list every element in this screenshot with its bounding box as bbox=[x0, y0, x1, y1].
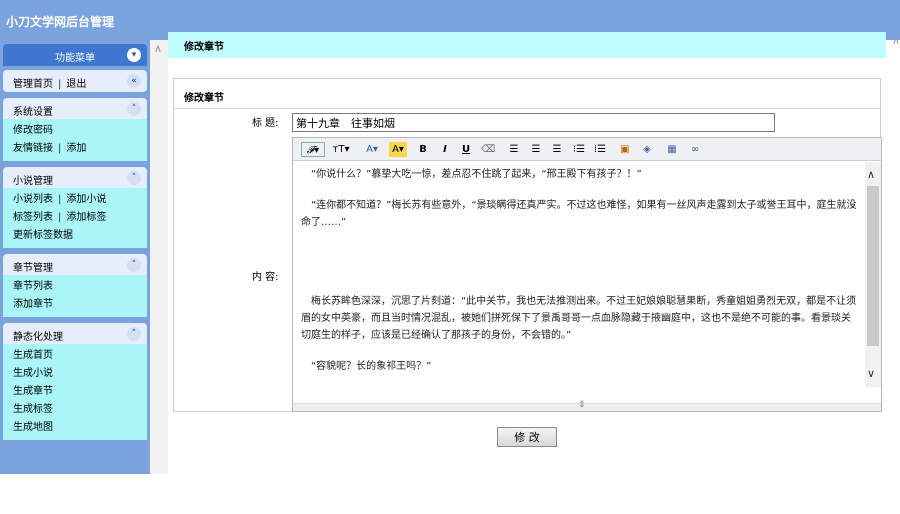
sidebar-item-add-chapter[interactable]: 添加章节 bbox=[13, 299, 53, 310]
editor-scrollbar[interactable]: ∧ ∨ bbox=[865, 162, 881, 387]
font-size-icon[interactable]: тT▾ bbox=[331, 142, 351, 157]
editor-paragraph: 梅长苏眸色深深，沉思了片刻道：“此中关节，我也无法推测出来。不过王妃娘娘聪慧果断… bbox=[301, 296, 857, 341]
sidebar-group-novel: 小说管理 ˄ 小说列表 | 添加小说 标签列表 | 添加标签 更新标签数据 bbox=[3, 167, 147, 248]
bold-icon[interactable]: B bbox=[417, 142, 429, 157]
group-title: 章节管理 bbox=[13, 263, 53, 274]
sidebar-item-gen-home[interactable]: 生成首页 bbox=[13, 350, 53, 361]
sidebar-item-update-tags[interactable]: 更新标签数据 bbox=[13, 230, 73, 241]
editor-toolbar: 𝓕▾ тT▾ A▾ A▾ B I U ⌫ ☰ ☰ ☰ ⁝☰ ⁞☰ ▣ ◈ ▦ ∞ bbox=[293, 138, 881, 161]
sidebar-group-static: 静态化处理 ˄ 生成首页 生成小说 生成章节 生成标签 生成地图 bbox=[3, 323, 147, 440]
chevron-up-icon[interactable]: ˄ bbox=[127, 102, 141, 116]
sidebar-item-tag-list[interactable]: 标签列表 bbox=[13, 212, 53, 223]
sidebar-item-gen-novel[interactable]: 生成小说 bbox=[13, 368, 53, 379]
sidebar-menu-header: 功能菜单 ▾ bbox=[3, 44, 147, 66]
chevron-down-icon[interactable]: ∨ bbox=[867, 367, 875, 380]
scrollbar-thumb[interactable] bbox=[867, 186, 879, 346]
ordered-list-icon[interactable]: ⁝☰ bbox=[572, 142, 586, 157]
italic-icon[interactable]: I bbox=[439, 142, 451, 157]
sidebar-group-chapter: 章节管理 ˄ 章节列表 添加章节 bbox=[3, 254, 147, 317]
sidebar-nav: 管理首页 | 退出 « bbox=[3, 70, 147, 92]
unordered-list-icon[interactable]: ⁞☰ bbox=[593, 142, 607, 157]
sidebar: 功能菜单 ▾ 管理首页 | 退出 « 系统设置 ˄ 修改密码 友情链接 | 添加 小说管理… bbox=[3, 44, 147, 440]
group-title: 静态化处理 bbox=[13, 332, 63, 343]
link-icon[interactable]: ∞ bbox=[687, 142, 703, 157]
chevron-up-icon[interactable]: ˄ bbox=[127, 171, 141, 185]
scroll-up-icon[interactable]: ∧ bbox=[892, 34, 900, 47]
media-icon[interactable]: ◈ bbox=[640, 142, 654, 157]
sidebar-item-add-link[interactable]: 添加 bbox=[66, 143, 86, 154]
chevron-up-icon[interactable]: ˄ bbox=[127, 327, 141, 341]
underline-icon[interactable]: U bbox=[460, 142, 472, 157]
editor-paragraph: “容貌呢？长的象祁王吗？” bbox=[311, 361, 432, 372]
sidebar-item-novel-list[interactable]: 小说列表 bbox=[13, 194, 53, 205]
page-title: 修改章节 bbox=[184, 42, 224, 53]
editor-resize-handle[interactable]: ⇕ bbox=[293, 400, 881, 411]
table-icon[interactable]: ▦ bbox=[664, 142, 680, 157]
nav-home-link[interactable]: 管理首页 bbox=[13, 79, 53, 90]
sidebar-group-system: 系统设置 ˄ 修改密码 友情链接 | 添加 bbox=[3, 98, 147, 161]
chevron-up-icon[interactable]: ˄ bbox=[127, 258, 141, 272]
align-left-icon[interactable]: ☰ bbox=[507, 142, 521, 157]
main-content: 修改章节 ∧ 修改章节 标 题: 内 容: 𝓕▾ тT▾ A▾ A▾ B I U… bbox=[168, 32, 900, 474]
editor-content-area[interactable]: “你说什么？”慕挚大吃一惊，差点忍不住跳了起来，“邢王殿下有孩子？！” “连你都… bbox=[293, 162, 866, 387]
eraser-icon[interactable]: ⌫ bbox=[481, 142, 495, 157]
sidebar-item-add-novel[interactable]: 添加小说 bbox=[66, 194, 106, 205]
highlight-icon[interactable]: A▾ bbox=[389, 142, 407, 157]
sidebar-menu-label: 功能菜单 bbox=[55, 53, 95, 64]
chevron-up-icon[interactable]: ∧ bbox=[867, 168, 875, 181]
collapse-all-icon[interactable]: ▾ bbox=[127, 48, 141, 62]
font-color-icon[interactable]: A▾ bbox=[363, 142, 381, 157]
chevron-up-icon[interactable]: ∧ bbox=[154, 42, 162, 55]
sidebar-item-gen-chapter[interactable]: 生成章节 bbox=[13, 386, 53, 397]
sidebar-item-gen-map[interactable]: 生成地图 bbox=[13, 422, 53, 433]
page-header: 修改章节 bbox=[168, 32, 886, 58]
chapter-title-input[interactable] bbox=[292, 113, 775, 132]
edit-chapter-panel: 修改章节 标 题: 内 容: 𝓕▾ тT▾ A▾ A▾ B I U ⌫ ☰ ☰ … bbox=[173, 78, 882, 412]
sidebar-item-add-tag[interactable]: 添加标签 bbox=[66, 212, 106, 223]
rich-text-editor[interactable]: 𝓕▾ тT▾ A▾ A▾ B I U ⌫ ☰ ☰ ☰ ⁝☰ ⁞☰ ▣ ◈ ▦ ∞… bbox=[292, 137, 882, 412]
content-label: 内 容: bbox=[252, 272, 279, 283]
editor-paragraph: “连你都不知道？”梅长苏有些意外，“景琰瞒得还真严实。不过这也难怪，如果有一丝风… bbox=[301, 200, 857, 228]
sidebar-item-chapter-list[interactable]: 章节列表 bbox=[13, 281, 53, 292]
sidebar-hide-icon[interactable]: « bbox=[127, 74, 141, 88]
submit-button[interactable]: 修 改 bbox=[497, 427, 557, 447]
resize-icon: ⇕ bbox=[578, 400, 586, 410]
app-title: 小刀文学网后台管理 bbox=[6, 15, 115, 29]
sidebar-item-change-password[interactable]: 修改密码 bbox=[13, 125, 53, 136]
editor-paragraph bbox=[301, 245, 858, 279]
editor-paragraph: “你说什么？”慕挚大吃一惊，差点忍不住跳了起来，“邢王殿下有孩子？！” bbox=[311, 169, 642, 180]
align-center-icon[interactable]: ☰ bbox=[529, 142, 543, 157]
sidebar-item-gen-tag[interactable]: 生成标签 bbox=[13, 404, 53, 415]
font-family-icon[interactable]: 𝓕▾ bbox=[301, 142, 325, 157]
title-label: 标 题: bbox=[252, 118, 279, 129]
frame-splitter[interactable]: ∧ bbox=[150, 40, 168, 474]
image-icon[interactable]: ▣ bbox=[618, 142, 632, 157]
panel-title: 修改章节 bbox=[184, 93, 224, 104]
group-title: 小说管理 bbox=[13, 176, 53, 187]
align-right-icon[interactable]: ☰ bbox=[550, 142, 564, 157]
nav-logout-link[interactable]: 退出 bbox=[66, 79, 86, 90]
group-title: 系统设置 bbox=[13, 107, 53, 118]
sidebar-item-friend-links[interactable]: 友情链接 bbox=[13, 143, 53, 154]
